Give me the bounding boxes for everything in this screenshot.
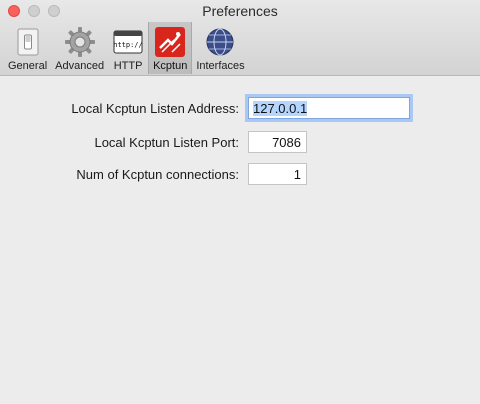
connections-row: Num of Kcptun connections: 1 xyxy=(0,163,480,187)
listen-port-input[interactable]: 7086 xyxy=(248,131,307,153)
tab-interfaces-label: Interfaces xyxy=(196,60,245,72)
titlebar: Preferences General Advanced http:// HTT… xyxy=(0,0,480,76)
listen-address-value: 127.0.0.1 xyxy=(253,101,308,116)
tab-advanced-label: Advanced xyxy=(55,60,105,72)
svg-text:http://: http:// xyxy=(113,41,143,49)
tab-general[interactable]: General xyxy=(4,22,51,74)
kcptun-icon xyxy=(155,27,186,57)
connections-label: Num of Kcptun connections: xyxy=(76,167,239,182)
tab-general-label: General xyxy=(8,60,48,72)
tab-http-label: HTTP xyxy=(113,60,143,72)
tab-http[interactable]: http:// HTTP xyxy=(108,22,148,74)
tab-advanced[interactable]: Advanced xyxy=(51,22,108,74)
network-globe-icon xyxy=(206,28,234,56)
listen-address-input[interactable]: 127.0.0.1 xyxy=(248,97,410,119)
connections-input[interactable]: 1 xyxy=(248,163,307,185)
address-label: Local Kcptun Listen Address: xyxy=(71,101,239,116)
http-browser-icon: http:// xyxy=(113,30,143,54)
preferences-window: Preferences General Advanced http:// HTT… xyxy=(0,0,480,404)
tab-kcptun[interactable]: Kcptun xyxy=(148,22,193,74)
port-label: Local Kcptun Listen Port: xyxy=(94,135,239,150)
gear-icon xyxy=(64,27,95,57)
preferences-toolbar: General Advanced http:// HTTP Kcptun Int… xyxy=(4,22,249,76)
tab-interfaces[interactable]: Interfaces xyxy=(192,22,248,74)
window-title: Preferences xyxy=(202,3,278,19)
address-row: Local Kcptun Listen Address: 127.0.0.1 xyxy=(0,97,480,121)
tab-kcptun-label: Kcptun xyxy=(153,60,188,72)
port-row: Local Kcptun Listen Port: 7086 xyxy=(0,131,480,155)
general-switch-icon xyxy=(17,28,39,56)
